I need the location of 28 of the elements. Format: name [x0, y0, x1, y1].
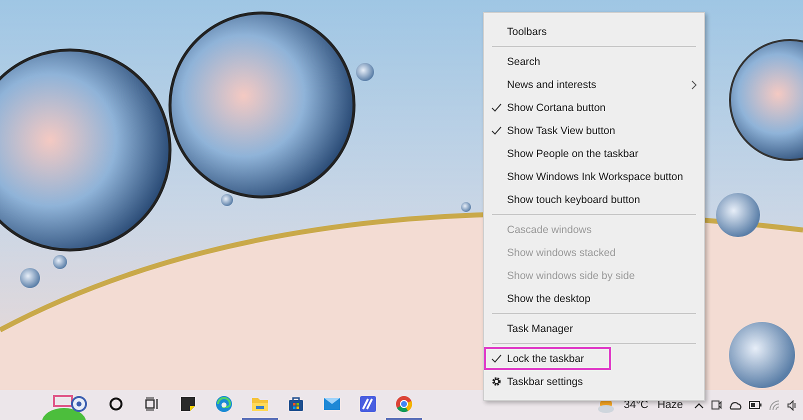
- menu-item[interactable]: Show touch keyboard button: [484, 188, 704, 211]
- battery-icon[interactable]: [749, 401, 762, 409]
- gear-icon: [491, 376, 502, 387]
- folder-icon: [251, 396, 269, 412]
- circle-icon: [109, 397, 123, 411]
- menu-item[interactable]: News and interests: [484, 73, 704, 96]
- weather-condition[interactable]: Haze: [657, 399, 683, 411]
- sticky-note-icon: [180, 396, 196, 412]
- chrome-icon: [395, 395, 413, 413]
- menu-item[interactable]: Lock the taskbar: [484, 347, 704, 370]
- camera-icon[interactable]: [711, 399, 722, 411]
- speaker-icon[interactable]: [787, 400, 797, 410]
- menu-item[interactable]: Show Windows Ink Workspace button: [484, 165, 704, 188]
- browser-swirl-icon: [215, 395, 233, 413]
- shopping-bag-icon: [288, 396, 304, 412]
- menu-item[interactable]: Show Task View button: [484, 119, 704, 142]
- menu-item[interactable]: Search: [484, 50, 704, 73]
- menu-item[interactable]: Show People on the taskbar: [484, 142, 704, 165]
- menu-item[interactable]: Taskbar settings: [484, 370, 704, 393]
- chevron-up-icon[interactable]: [694, 402, 704, 408]
- pen-app-icon: [360, 396, 376, 412]
- menu-item[interactable]: Show the desktop: [484, 287, 704, 310]
- menu-item[interactable]: Toolbars: [484, 20, 704, 43]
- cloud-icon[interactable]: [729, 400, 742, 410]
- envelope-icon: [323, 397, 341, 411]
- task-view-icon: [145, 397, 159, 411]
- menu-item[interactable]: Task Manager: [484, 317, 704, 340]
- menu-item[interactable]: Show Cortana button: [484, 96, 704, 119]
